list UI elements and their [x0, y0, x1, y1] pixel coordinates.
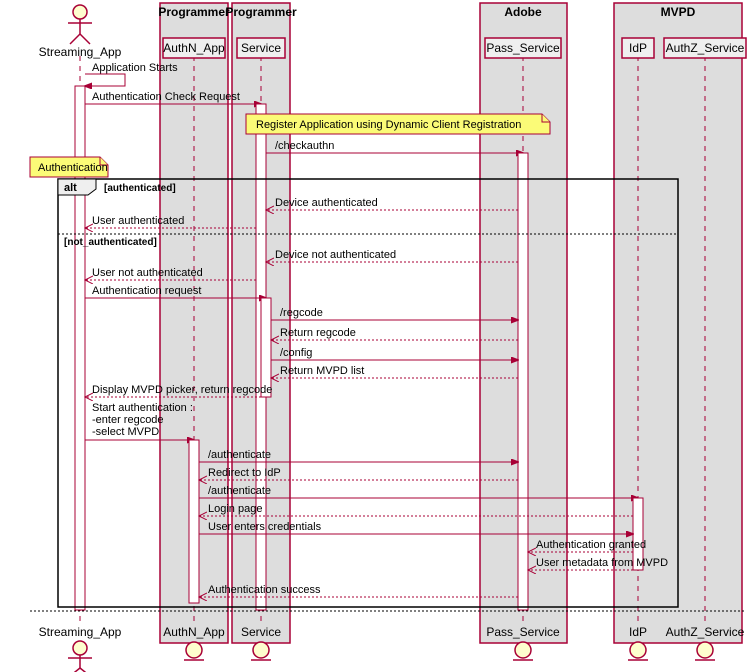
activation-service-2: [261, 298, 271, 397]
svg-text:User authenticated: User authenticated: [92, 215, 184, 227]
alt-title-text: alt: [64, 182, 77, 194]
svg-text:User metadata from MVPD: User metadata from MVPD: [536, 557, 668, 569]
group-title-1: Programmer: [158, 5, 230, 19]
msg-authenticate-1: /authenticate: [199, 449, 518, 462]
svg-text:Device not authenticated: Device not authenticated: [275, 249, 396, 261]
svg-text:Login page: Login page: [208, 503, 262, 515]
group-title-4: MVPD: [661, 5, 696, 19]
participant-authn-app-top: AuthN_App: [163, 38, 225, 58]
msg-user-authenticated: User authenticated: [85, 215, 256, 228]
svg-text:Start authentication :: Start authentication :: [92, 402, 193, 414]
alt-guard-1: [authenticated]: [104, 183, 176, 194]
svg-text:Application Starts: Application Starts: [92, 62, 178, 74]
svg-text:Authentication Check Request: Authentication Check Request: [92, 91, 240, 103]
msg-authenticate-2: /authenticate: [199, 485, 638, 498]
svg-text:Device authenticated: Device authenticated: [275, 197, 378, 209]
svg-text:User not authenticated: User not authenticated: [92, 267, 203, 279]
actor-label-top: Streaming_App: [39, 45, 122, 59]
msg-user-not-authenticated: User not authenticated: [85, 267, 256, 280]
participant-service-top: Service: [237, 38, 285, 58]
svg-text:AuthN_App: AuthN_App: [163, 41, 225, 55]
svg-text:Authentication request: Authentication request: [92, 285, 201, 297]
svg-text:AuthZ_Service: AuthZ_Service: [666, 625, 745, 639]
svg-text:AuthZ_Service: AuthZ_Service: [666, 41, 745, 55]
note-register: Register Application using Dynamic Clien…: [246, 114, 550, 134]
svg-text:/authenticate: /authenticate: [208, 485, 271, 497]
msg-display-picker: Display MVPD picker, return regcode: [85, 384, 272, 397]
activation-authn-app: [189, 440, 199, 603]
participant-pass-service-top: Pass_Service: [485, 38, 561, 58]
msg-auth-success: Authentication success: [199, 584, 518, 597]
svg-text:User enters credentials: User enters credentials: [208, 521, 322, 533]
participant-authz-service-top: AuthZ_Service: [664, 38, 746, 58]
svg-text:Register Application using Dyn: Register Application using Dynamic Clien…: [256, 119, 521, 131]
svg-text:Return regcode: Return regcode: [280, 327, 356, 339]
svg-text:Authentication: Authentication: [38, 162, 108, 174]
svg-text:Return MVPD list: Return MVPD list: [280, 365, 364, 377]
svg-text:Display MVPD picker, return re: Display MVPD picker, return regcode: [92, 384, 272, 396]
group-title-2: Programmer: [225, 5, 297, 19]
svg-text:-select MVPD: -select MVPD: [92, 426, 159, 438]
msg-user-metadata: User metadata from MVPD: [528, 557, 668, 570]
svg-text:Pass_Service: Pass_Service: [486, 41, 560, 55]
svg-text:Authentication success: Authentication success: [208, 584, 321, 596]
svg-text:-enter regcode: -enter regcode: [92, 414, 164, 426]
svg-text:/authenticate: /authenticate: [208, 449, 271, 461]
actor-bottom: Streaming_App: [39, 625, 122, 672]
svg-text:Service: Service: [241, 41, 281, 55]
msg-redirect-to-idp: Redirect to IdP: [199, 467, 518, 480]
alt-guard-2: [not_authenticated]: [64, 237, 157, 248]
activation-pass-service: [518, 153, 528, 610]
msg-auth-check-request: Authentication Check Request: [85, 91, 261, 104]
svg-text:Pass_Service: Pass_Service: [486, 625, 560, 639]
group-title-3: Adobe: [504, 5, 542, 19]
msg-auth-granted: Authentication granted: [528, 539, 646, 552]
svg-text:IdP: IdP: [629, 41, 647, 55]
svg-text:/checkauthn: /checkauthn: [275, 140, 334, 152]
actor-top: Streaming_App: [39, 5, 122, 59]
svg-text:AuthN_App: AuthN_App: [163, 625, 225, 639]
svg-text:Streaming_App: Streaming_App: [39, 625, 122, 639]
svg-text:Authentication granted: Authentication granted: [536, 539, 646, 551]
svg-text:/config: /config: [280, 347, 312, 359]
svg-text:Service: Service: [241, 625, 281, 639]
svg-text:Redirect to IdP: Redirect to IdP: [208, 467, 281, 479]
note-authentication: Authentication: [30, 157, 108, 177]
svg-text:/regcode: /regcode: [280, 307, 323, 319]
svg-text:IdP: IdP: [629, 625, 647, 639]
msg-user-credentials: User enters credentials: [199, 521, 633, 534]
participant-idp-top: IdP: [622, 38, 654, 58]
